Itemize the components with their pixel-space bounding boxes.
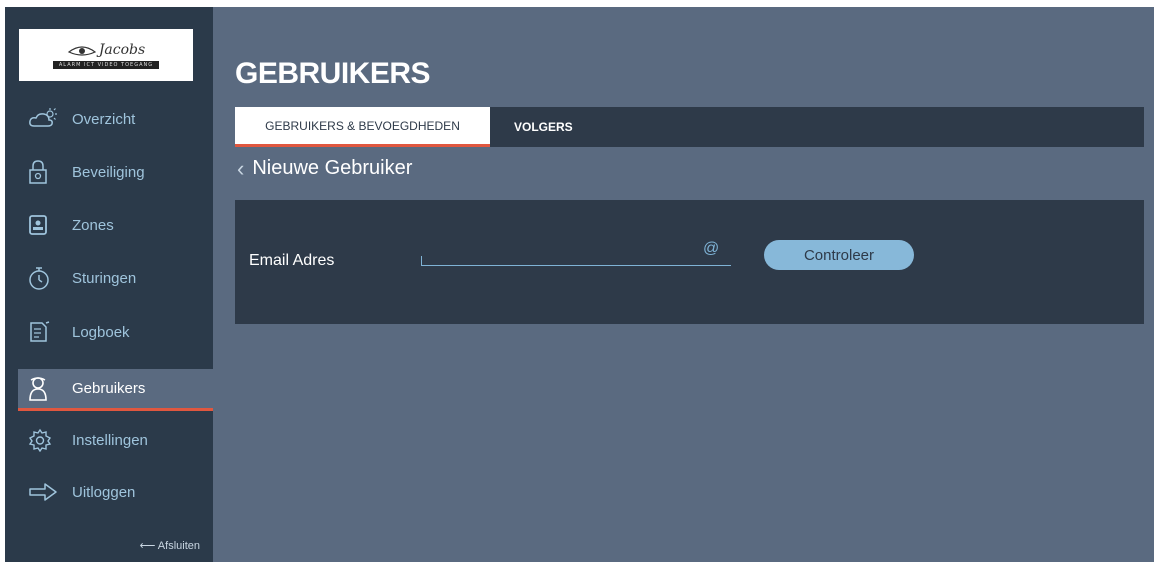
- sidebar-item-zones[interactable]: Zones: [18, 204, 213, 246]
- tab-volgers[interactable]: VOLGERS: [490, 107, 597, 147]
- sidebar-item-overzicht[interactable]: Overzicht: [18, 98, 213, 140]
- check-button[interactable]: Controleer: [764, 240, 914, 270]
- logo-mark: Jacobs: [67, 42, 145, 58]
- logo-eye-icon: [67, 45, 96, 56]
- sidebar-item-sturingen[interactable]: Sturingen: [18, 257, 213, 299]
- log-icon: [18, 316, 58, 348]
- sidebar-item-label: Zones: [72, 216, 114, 234]
- sidebar-item-label: Instellingen: [72, 431, 148, 449]
- logout-arrow-icon: [18, 476, 58, 508]
- lock-icon: [18, 156, 58, 188]
- email-label: Email Adres: [249, 252, 335, 269]
- sidebar-item-gebruikers[interactable]: Gebruikers: [18, 369, 213, 411]
- user-icon: [18, 373, 58, 405]
- sidebar-item-label: Beveiliging: [72, 163, 145, 181]
- sidebar-item-label: Gebruikers: [72, 380, 146, 397]
- tab-gebruikers-bevoegdheden[interactable]: GEBRUIKERS & BEVOEGDHEDEN: [235, 107, 490, 147]
- zone-icon: [18, 209, 58, 241]
- sidebar-item-label: Overzicht: [72, 110, 136, 128]
- section-title: Nieuwe Gebruiker: [252, 157, 413, 179]
- gear-icon: [18, 424, 58, 456]
- back-link[interactable]: ‹ Nieuwe Gebruiker: [237, 157, 412, 180]
- at-icon: @: [703, 240, 720, 257]
- input-cursor-tick: [421, 256, 422, 266]
- sidebar-item-label: Sturingen: [72, 269, 137, 287]
- weather-icon: [18, 103, 58, 135]
- logo: Jacobs ALARM ICT VIDEO TOEGANG: [19, 29, 193, 81]
- tab-bar: GEBRUIKERS & BEVOEGDHEDEN VOLGERS: [235, 107, 1144, 147]
- app-frame: Jacobs ALARM ICT VIDEO TOEGANG Overzicht: [5, 7, 1154, 562]
- sidebar-item-logboek[interactable]: Logboek: [18, 311, 213, 353]
- logo-name: Jacobs: [98, 41, 146, 58]
- chevron-left-icon: ‹: [237, 155, 245, 181]
- main-content: GEBRUIKERS GEBRUIKERS & BEVOEGDHEDEN VOL…: [213, 7, 1154, 562]
- sidebar-item-instellingen[interactable]: Instellingen: [18, 419, 213, 461]
- timer-icon: [18, 262, 58, 294]
- sidebar: Jacobs ALARM ICT VIDEO TOEGANG Overzicht: [5, 7, 213, 562]
- close-link[interactable]: ⟵ Afsluiten: [140, 539, 200, 552]
- sidebar-item-label: Logboek: [72, 323, 130, 341]
- page-title: GEBRUIKERS: [235, 57, 431, 90]
- sidebar-item-beveiliging[interactable]: Beveiliging: [18, 151, 213, 193]
- logo-tagline: ALARM ICT VIDEO TOEGANG: [52, 60, 160, 69]
- sidebar-item-label: Uitloggen: [72, 483, 136, 501]
- new-user-form: Email Adres @ Controleer: [235, 200, 1144, 324]
- sidebar-item-uitloggen[interactable]: Uitloggen: [18, 471, 213, 513]
- email-field[interactable]: [421, 244, 731, 266]
